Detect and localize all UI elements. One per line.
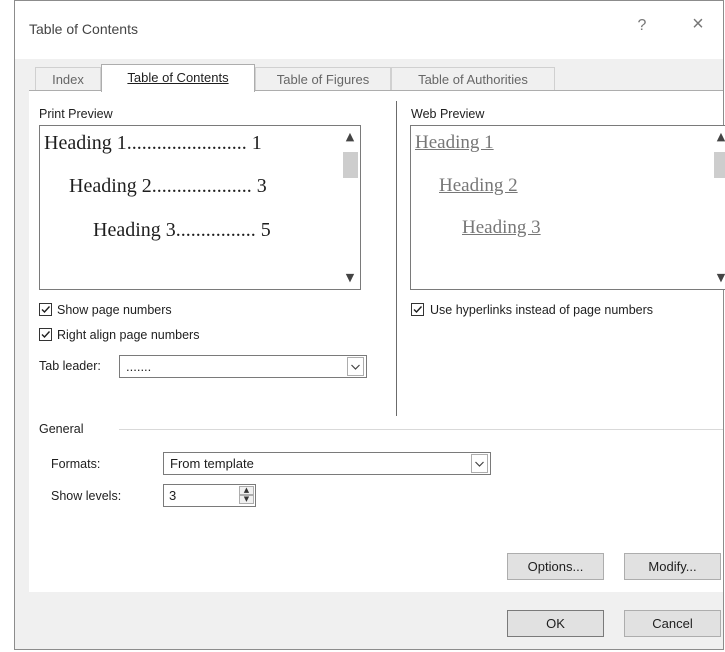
title-bar: Table of Contents ? ×	[15, 1, 723, 59]
tab-leader-value: .......	[126, 359, 152, 374]
scroll-down-icon[interactable]: ▼	[711, 271, 725, 284]
checkmark-icon	[41, 306, 51, 314]
print-preview-heading-3: Heading 3................ 5	[93, 219, 271, 241]
tab-table-of-contents-label: Table of Contents	[127, 70, 229, 85]
show-page-numbers-checkbox[interactable]	[39, 303, 52, 316]
general-divider	[119, 429, 723, 430]
formats-value: From template	[170, 456, 254, 471]
right-align-checkbox[interactable]	[39, 328, 52, 341]
spin-down-icon[interactable]: ▼	[239, 495, 254, 504]
tab-leader-label: Tab leader:	[39, 359, 101, 373]
show-levels-label: Show levels:	[51, 489, 122, 503]
web-preview-heading-2-link[interactable]: Heading 2	[439, 175, 518, 197]
tab-table-of-figures[interactable]: Table of Figures	[255, 67, 391, 90]
use-hyperlinks-checkbox[interactable]	[411, 303, 424, 316]
scroll-down-icon[interactable]: ▼	[340, 271, 360, 284]
spin-up-icon[interactable]: ▲	[239, 486, 254, 495]
print-preview-heading-2: Heading 2.................... 3	[69, 175, 267, 197]
print-preview-scrollbar[interactable]: ▲ ▼	[340, 126, 360, 289]
web-preview-heading-3-link[interactable]: Heading 3	[462, 217, 541, 239]
web-preview-label: Web Preview	[411, 107, 485, 121]
scroll-thumb[interactable]	[714, 152, 725, 178]
modify-button[interactable]: Modify...	[624, 553, 721, 580]
checkmark-icon	[413, 306, 423, 314]
options-button[interactable]: Options...	[507, 553, 604, 580]
help-button[interactable]: ?	[627, 17, 657, 35]
vertical-divider	[396, 101, 397, 416]
formats-select[interactable]: From template	[163, 452, 491, 475]
print-preview-box[interactable]: Heading 1........................ 1 Head…	[39, 125, 361, 290]
ok-button[interactable]: OK	[507, 610, 604, 637]
tab-table-of-authorities[interactable]: Table of Authorities	[391, 67, 555, 90]
web-preview-heading-1-link[interactable]: Heading 1	[415, 132, 494, 154]
dialog-title: Table of Contents	[29, 21, 138, 37]
tab-leader-select[interactable]: .......	[119, 355, 367, 378]
tab-index[interactable]: Index	[35, 67, 101, 90]
chevron-down-icon[interactable]	[347, 357, 364, 376]
show-page-numbers-label[interactable]: Show page numbers	[57, 303, 172, 317]
web-preview-scrollbar[interactable]: ▲ ▼	[711, 126, 725, 289]
chevron-down-icon[interactable]	[471, 454, 488, 473]
web-preview-box[interactable]: Heading 1 Heading 2 Heading 3 ▲ ▼	[410, 125, 725, 290]
formats-label: Formats:	[51, 457, 101, 471]
print-preview-label: Print Preview	[39, 107, 113, 121]
tab-table-of-contents[interactable]: Table of Contents	[101, 64, 255, 92]
tab-panel: Print Preview Heading 1.................…	[29, 90, 725, 592]
table-of-contents-dialog: Table of Contents ? × Index Table of Con…	[14, 0, 725, 650]
cancel-button[interactable]: Cancel	[624, 610, 721, 637]
general-group-label: General	[39, 422, 84, 436]
scroll-up-icon[interactable]: ▲	[340, 130, 360, 143]
print-preview-heading-1: Heading 1........................ 1	[44, 132, 262, 154]
scroll-up-icon[interactable]: ▲	[711, 130, 725, 143]
use-hyperlinks-label[interactable]: Use hyperlinks instead of page numbers	[430, 303, 653, 317]
checkmark-icon	[41, 331, 51, 339]
close-button[interactable]: ×	[683, 13, 713, 36]
show-levels-spinner[interactable]: 3 ▲ ▼	[163, 484, 256, 507]
show-levels-value: 3	[169, 488, 177, 503]
scroll-thumb[interactable]	[343, 152, 358, 178]
right-align-label[interactable]: Right align page numbers	[57, 328, 199, 342]
